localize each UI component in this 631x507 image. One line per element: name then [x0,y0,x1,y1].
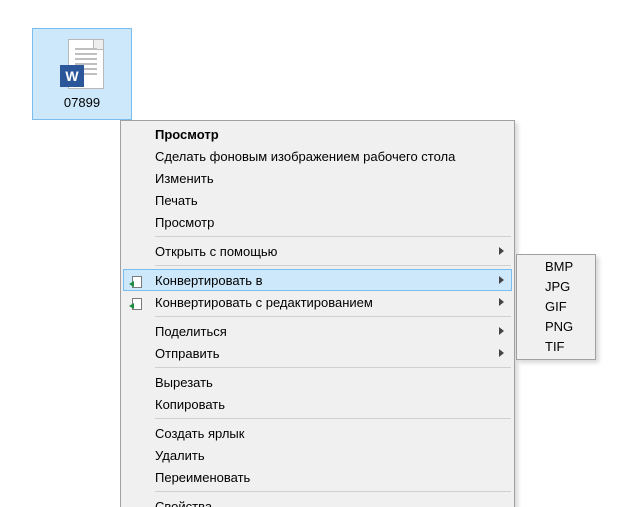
menu-label: Конвертировать с редактированием [155,295,488,310]
submenu-label: BMP [545,259,573,274]
menu-label: Сделать фоновым изображением рабочего ст… [155,149,488,164]
submenu-item-png[interactable]: PNG [519,317,593,337]
menu-item-convert-with-edit[interactable]: Конвертировать с редактированием [123,291,512,313]
menu-label: Печать [155,193,488,208]
menu-item-set-wallpaper[interactable]: Сделать фоновым изображением рабочего ст… [123,145,512,167]
menu-item-copy[interactable]: Копировать [123,393,512,415]
menu-label: Отправить [155,346,488,361]
menu-item-share[interactable]: Поделиться [123,320,512,342]
menu-item-cut[interactable]: Вырезать [123,371,512,393]
menu-item-convert-to[interactable]: Конвертировать в [123,269,512,291]
submenu-item-gif[interactable]: GIF [519,297,593,317]
menu-item-create-shortcut[interactable]: Создать ярлык [123,422,512,444]
menu-label: Поделиться [155,324,488,339]
submenu-label: TIF [545,339,565,354]
menu-label: Свойства [155,499,488,507]
menu-separator [155,265,511,266]
menu-label: Просмотр [155,215,488,230]
menu-separator [155,236,511,237]
submenu-label: JPG [545,279,570,294]
menu-label: Копировать [155,397,488,412]
convert-icon [129,272,145,288]
submenu-arrow-icon [499,276,504,284]
menu-item-preview-default[interactable]: Просмотр [123,123,512,145]
menu-label: Вырезать [155,375,488,390]
context-menu: Просмотр Сделать фоновым изображением ра… [120,120,515,507]
file-name-label: 07899 [64,95,100,110]
submenu-arrow-icon [499,327,504,335]
menu-label: Открыть с помощью [155,244,488,259]
file-item[interactable]: W 07899 [32,28,132,120]
menu-label: Создать ярлык [155,426,488,441]
menu-label: Конвертировать в [155,273,488,288]
menu-separator [155,491,511,492]
submenu-arrow-icon [499,349,504,357]
word-document-icon: W [60,39,104,91]
submenu-arrow-icon [499,247,504,255]
menu-item-edit[interactable]: Изменить [123,167,512,189]
menu-item-rename[interactable]: Переименовать [123,466,512,488]
menu-item-delete[interactable]: Удалить [123,444,512,466]
menu-label: Изменить [155,171,488,186]
menu-separator [155,367,511,368]
menu-item-properties[interactable]: Свойства [123,495,512,507]
submenu-item-tif[interactable]: TIF [519,337,593,357]
menu-label: Удалить [155,448,488,463]
submenu-item-bmp[interactable]: BMP [519,257,593,277]
menu-item-open-with[interactable]: Открыть с помощью [123,240,512,262]
submenu-arrow-icon [499,298,504,306]
convert-to-submenu: BMP JPG GIF PNG TIF [516,254,596,360]
menu-separator [155,316,511,317]
menu-separator [155,418,511,419]
menu-label: Просмотр [155,127,488,142]
menu-item-print[interactable]: Печать [123,189,512,211]
submenu-item-jpg[interactable]: JPG [519,277,593,297]
menu-item-preview[interactable]: Просмотр [123,211,512,233]
convert-icon [129,294,145,310]
word-badge: W [60,65,84,87]
submenu-label: GIF [545,299,567,314]
menu-label: Переименовать [155,470,488,485]
submenu-label: PNG [545,319,573,334]
menu-item-send-to[interactable]: Отправить [123,342,512,364]
